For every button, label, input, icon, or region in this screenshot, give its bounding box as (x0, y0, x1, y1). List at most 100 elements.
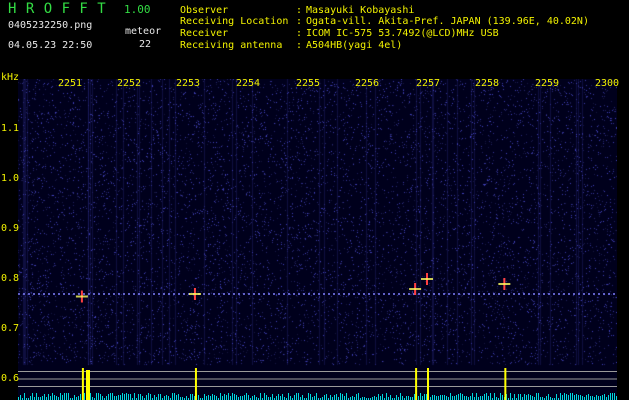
info-value: Masayuki Kobayashi (306, 5, 415, 16)
level-bar (142, 396, 143, 400)
level-bar (24, 393, 25, 400)
meteor-echo-trail (188, 293, 201, 295)
level-bar (426, 394, 427, 400)
level-bar (122, 393, 123, 400)
level-bar (580, 395, 581, 400)
level-bar (192, 394, 193, 400)
level-bar (166, 395, 167, 400)
level-bar (486, 393, 487, 400)
level-bar (160, 394, 161, 400)
x-tick-label: 2259 (535, 78, 560, 89)
level-bar (50, 396, 51, 400)
level-bar (422, 396, 423, 400)
level-bar (596, 395, 597, 400)
level-bar (204, 394, 205, 400)
level-bar (524, 394, 525, 400)
info-colon: : (296, 28, 303, 39)
level-bar (56, 396, 57, 400)
level-bar (234, 394, 235, 400)
level-bar (154, 395, 155, 400)
level-bar (464, 396, 465, 400)
level-bar (600, 396, 601, 400)
level-bar (610, 393, 611, 400)
level-bar (446, 396, 447, 400)
level-bar (30, 396, 31, 400)
filename: 0405232250.png (8, 20, 93, 31)
level-bar (378, 394, 379, 400)
level-bar (176, 395, 177, 400)
level-bar (252, 396, 253, 400)
level-bar (452, 396, 453, 400)
level-bar (106, 396, 107, 400)
level-bar (484, 394, 485, 400)
y-tick-label: 0.7 (1, 323, 20, 334)
level-bar (66, 393, 67, 400)
level-bar (344, 396, 345, 400)
level-bar (436, 396, 437, 400)
level-bar (444, 395, 445, 400)
level-bar (592, 396, 593, 400)
level-bar (414, 394, 415, 400)
level-bar (518, 394, 519, 400)
datetime: 04.05.23 22:50 (8, 40, 93, 51)
level-bar (74, 395, 75, 400)
level-bar (20, 395, 21, 400)
level-bar (228, 393, 229, 400)
level-bar (420, 393, 421, 400)
level-bar (528, 394, 529, 400)
level-bar (198, 395, 199, 400)
level-bar (502, 395, 503, 400)
level-bar (482, 396, 483, 400)
level-bar (514, 394, 515, 400)
level-bar (340, 393, 341, 400)
meteor-echo-trail (421, 278, 433, 280)
level-bar (298, 393, 299, 400)
level-bar (124, 394, 125, 400)
level-bar (556, 394, 557, 400)
level-bar (242, 396, 243, 400)
level-bar (224, 394, 225, 400)
level-bar (476, 393, 477, 400)
info-colon: : (296, 40, 303, 51)
level-bar (78, 396, 79, 400)
level-bar (324, 395, 325, 400)
level-bar (210, 396, 211, 400)
info-colon: : (296, 5, 303, 16)
level-bar (308, 393, 309, 400)
level-bar (206, 396, 207, 400)
level-bar (212, 394, 213, 400)
level-bar (42, 396, 43, 400)
level-bar (418, 396, 419, 400)
level-bar (548, 394, 549, 400)
info-antenna: Receiving antenna: A504HB(yagi 4el) (180, 41, 402, 51)
info-key: Receiver (180, 28, 229, 39)
level-bar (140, 394, 141, 400)
level-bar (532, 396, 533, 400)
level-bar (186, 396, 187, 400)
level-bar (248, 395, 249, 400)
level-bar (44, 394, 45, 400)
info-value: Ogata-vill. Akita-Pref. JAPAN (139.96E, … (306, 16, 589, 27)
level-bar (604, 394, 605, 400)
level-bar (266, 395, 267, 400)
level-bar (276, 396, 277, 400)
y-tick-label: 0.8 (1, 273, 20, 284)
level-bar (526, 395, 527, 400)
level-bar (510, 393, 511, 400)
level-bar (172, 393, 173, 400)
level-bar (396, 395, 397, 400)
x-tick-label: 2257 (416, 78, 441, 89)
spectrogram-overlay (18, 273, 617, 400)
level-bar (382, 394, 383, 400)
y-tick-label: 0.6 (1, 373, 20, 384)
meteor-echo-trail (75, 295, 88, 298)
y-tick-label: 0.9 (1, 223, 20, 234)
info-key: Observer (180, 5, 229, 16)
level-bar (536, 393, 537, 400)
level-bar (178, 394, 179, 400)
level-bar (462, 394, 463, 400)
level-bar (406, 396, 407, 400)
level-bar (460, 393, 461, 400)
level-bar (158, 394, 159, 400)
level-bar (346, 393, 347, 400)
